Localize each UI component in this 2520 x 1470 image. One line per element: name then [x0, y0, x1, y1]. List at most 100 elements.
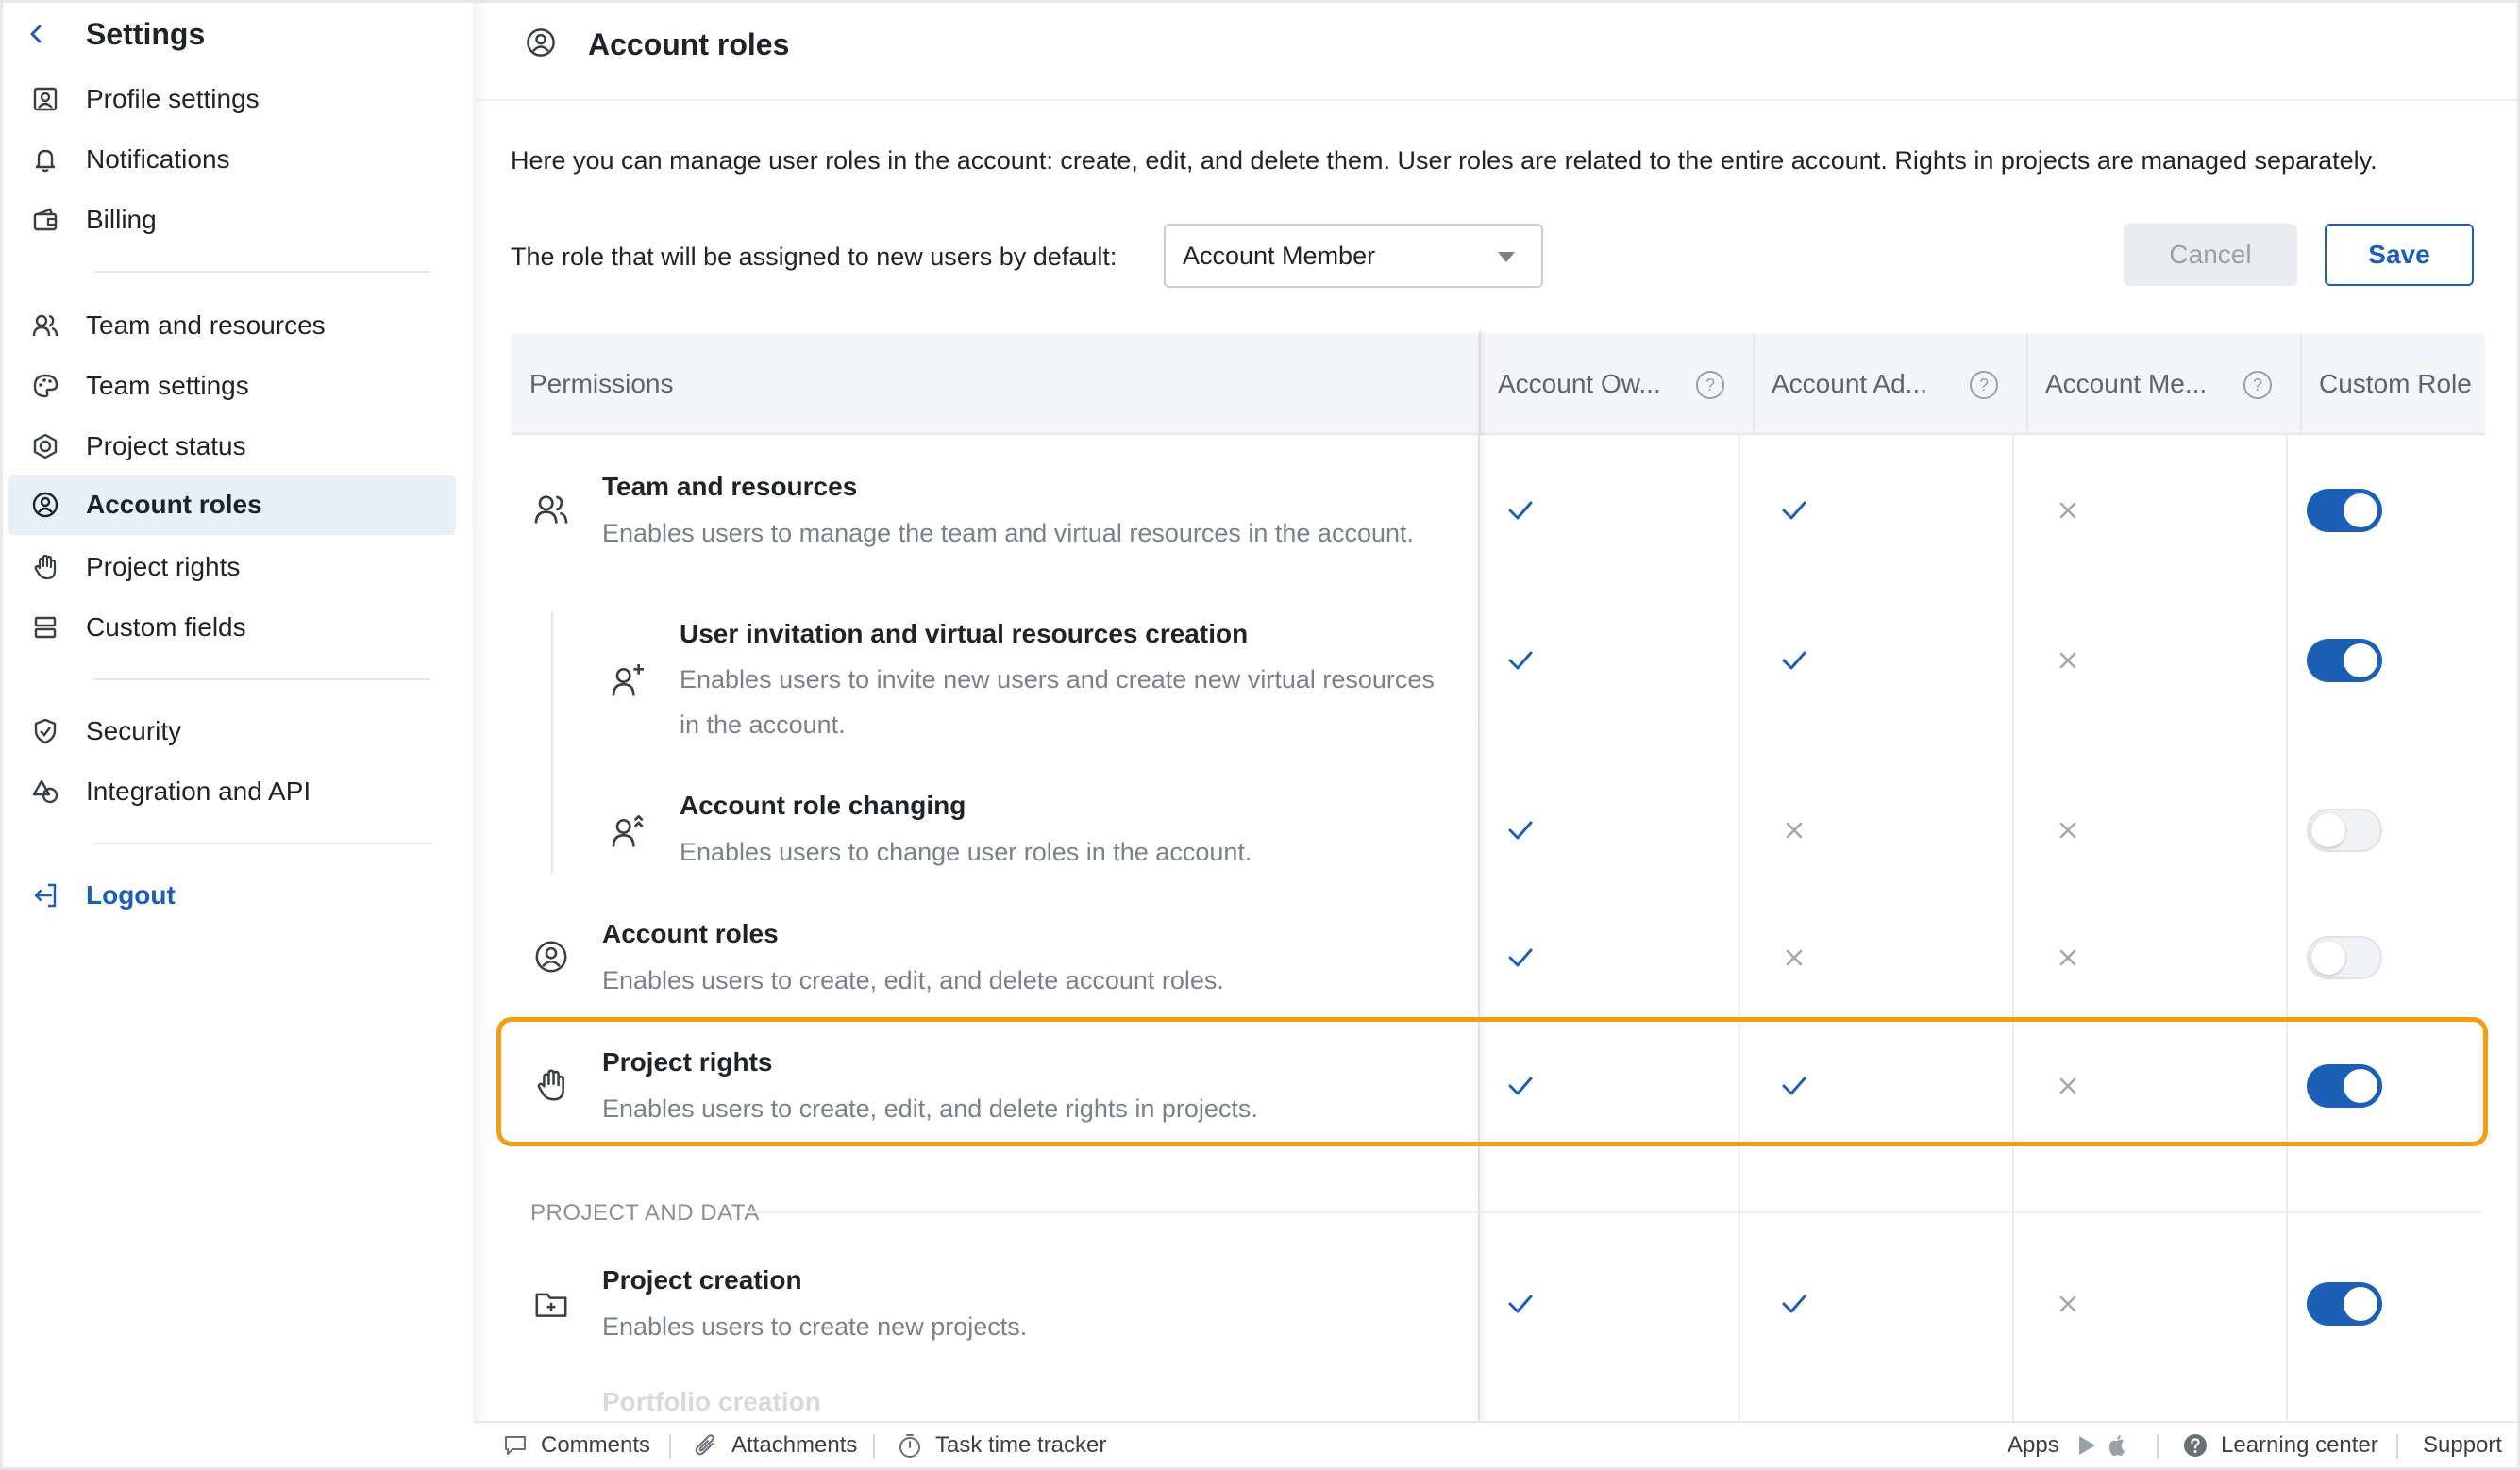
permission-description: Enables users to create new projects.	[602, 1312, 1028, 1341]
sidebar-divider	[93, 678, 431, 680]
sidebar: Settings Profile settings Notifications …	[3, 3, 473, 1467]
check-icon	[1782, 1077, 1806, 1095]
back-arrow-icon[interactable]	[20, 17, 54, 51]
save-button[interactable]: Save	[2325, 224, 2474, 286]
column-header-label: Account Ad...	[1772, 369, 1927, 398]
page-title: Account roles	[588, 27, 790, 61]
sidebar-divider	[93, 843, 431, 844]
time-tracker-label: Task time tracker	[935, 1432, 1107, 1458]
permission-title: Account role changing	[680, 791, 966, 820]
section-divider	[746, 1211, 2482, 1213]
custom-role-toggle[interactable]	[2307, 936, 2382, 979]
users-icon	[29, 309, 61, 342]
section-label: PROJECT AND DATA	[530, 1200, 760, 1226]
logout-button[interactable]: Logout	[8, 865, 456, 926]
sidebar-item-security[interactable]: Security	[8, 701, 456, 761]
folder-plus-icon	[530, 1283, 572, 1325]
default-role-select[interactable]: Account Member	[1164, 224, 1543, 288]
sidebar-item-custom-fields[interactable]: Custom fields	[8, 597, 456, 658]
check-icon	[1508, 948, 1533, 967]
comments-button[interactable]: Comments	[501, 1430, 650, 1461]
user-circle-icon	[530, 936, 572, 977]
permission-description: Enables users to change user roles in th…	[680, 838, 1252, 866]
permission-title: Team and resources	[602, 472, 858, 501]
permission-title: Project creation	[602, 1265, 802, 1295]
column-divider	[2286, 432, 2288, 1421]
permission-title: User invitation and virtual resources cr…	[680, 619, 1249, 648]
attachments-button[interactable]: Attachments	[692, 1430, 857, 1461]
sidebar-item-label: Account roles	[86, 490, 262, 519]
project-rights-row-highlight	[496, 1017, 2488, 1146]
stopwatch-icon	[896, 1431, 924, 1460]
attachments-label: Attachments	[731, 1432, 858, 1458]
sidebar-item-integration-and-api[interactable]: Integration and API	[8, 761, 456, 822]
cross-icon	[2059, 652, 2076, 669]
sidebar-item-billing[interactable]: Billing	[8, 190, 456, 250]
sidebar-item-team-and-resources[interactable]: Team and resources	[8, 295, 456, 356]
learning-center-button[interactable]: Learning center	[2181, 1430, 2378, 1461]
column-header-account-owner: Account Ow... ?	[1479, 333, 1753, 435]
custom-role-toggle[interactable]	[2307, 639, 2382, 682]
default-role-value: Account Member	[1183, 241, 1376, 270]
profile-icon	[29, 83, 61, 115]
footer-divider	[669, 1434, 671, 1459]
apps-button[interactable]: Apps	[2008, 1430, 2142, 1461]
sidebar-item-label: Billing	[86, 205, 157, 234]
custom-role-toggle[interactable]	[2307, 1282, 2382, 1326]
palette-icon	[29, 370, 61, 402]
toggle-knob	[2311, 813, 2345, 847]
sidebar-item-label: Profile settings	[86, 84, 260, 113]
sidebar-item-account-roles[interactable]: Account roles	[8, 475, 456, 535]
sidebar-header: Settings	[20, 12, 205, 56]
permission-description: Enables users to invite new users and cr…	[680, 665, 1435, 739]
shield-icon	[29, 715, 61, 747]
cancel-button[interactable]: Cancel	[2124, 224, 2297, 286]
sidebar-item-notifications[interactable]: Notifications	[8, 129, 456, 190]
toggle-knob	[2311, 941, 2345, 975]
sidebar-shadow	[473, 3, 486, 1424]
google-play-icon	[2073, 1431, 2101, 1460]
nested-group-line	[551, 611, 553, 874]
help-icon[interactable]: ?	[2243, 371, 2272, 399]
column-divider	[2012, 432, 2014, 1421]
column-header-label: Account Me...	[2045, 369, 2208, 398]
support-button[interactable]: Support	[2423, 1430, 2502, 1461]
custom-role-toggle[interactable]	[2307, 809, 2382, 852]
paperclip-icon	[692, 1431, 720, 1460]
user-circle-icon	[522, 24, 560, 61]
permission-title: Account roles	[602, 919, 779, 948]
check-icon	[1508, 1077, 1533, 1095]
default-role-label: The role that will be assigned to new us…	[511, 242, 1117, 271]
time-tracker-button[interactable]: Task time tracker	[896, 1430, 1106, 1461]
fields-icon	[29, 611, 61, 643]
sidebar-item-project-rights[interactable]: Project rights	[8, 537, 456, 597]
check-icon	[1508, 501, 1533, 520]
cross-icon	[2059, 1077, 2076, 1094]
footer-divider	[873, 1434, 875, 1459]
comments-label: Comments	[541, 1432, 651, 1458]
custom-role-toggle[interactable]	[2307, 1064, 2382, 1108]
logout-icon	[29, 879, 61, 911]
sidebar-item-label: Team settings	[86, 371, 249, 400]
column-header-custom-role: Custom Role	[2300, 333, 2485, 435]
permission-description: Enables users to create, edit, and delet…	[602, 966, 1224, 994]
apple-icon	[2103, 1431, 2131, 1460]
sidebar-item-label: Integration and API	[86, 777, 311, 806]
sidebar-item-label: Notifications	[86, 144, 230, 174]
check-icon	[1782, 1295, 1806, 1313]
permissions-column-header: Permissions	[529, 369, 674, 398]
comment-icon	[501, 1431, 529, 1460]
status-icon	[29, 430, 61, 462]
sidebar-item-team-settings[interactable]: Team settings	[8, 356, 456, 416]
toggle-knob	[2344, 493, 2377, 527]
cross-icon	[2059, 949, 2076, 966]
help-icon[interactable]: ?	[1696, 371, 1724, 399]
help-icon[interactable]: ?	[1970, 371, 1998, 399]
hand-icon	[29, 551, 61, 583]
column-header-account-member: Account Me... ?	[2026, 333, 2300, 435]
custom-role-toggle[interactable]	[2307, 489, 2382, 532]
sidebar-item-label: Custom fields	[86, 612, 246, 642]
sidebar-item-profile-settings[interactable]: Profile settings	[8, 69, 456, 129]
sidebar-item-project-status[interactable]: Project status	[8, 416, 456, 476]
faded-row-title: Portfolio creation	[602, 1387, 821, 1416]
